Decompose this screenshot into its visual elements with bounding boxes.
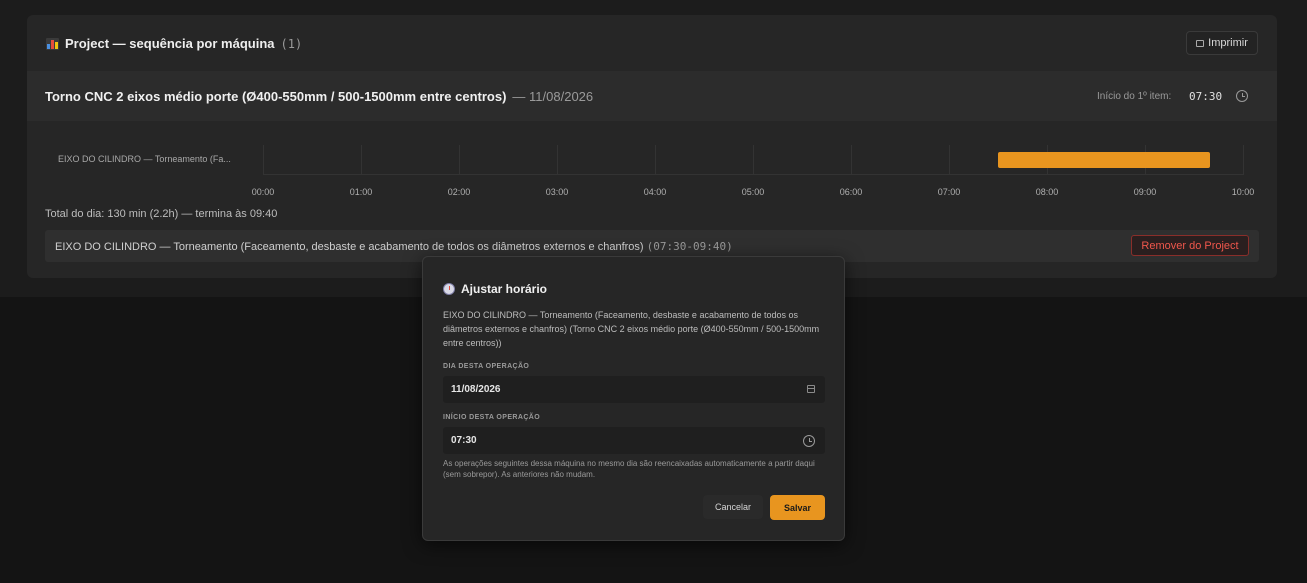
dialog-title-text: Ajustar horário: [461, 282, 548, 296]
gantt-tick-label: 09:00: [1133, 187, 1157, 197]
gantt-tick-label: 01:00: [349, 187, 373, 197]
dialog-description: EIXO DO CILINDRO — Torneamento (Faceamen…: [443, 310, 820, 348]
item-description: EIXO DO CILINDRO — Torneamento (Faceamen…: [55, 240, 733, 253]
dialog-title: Ajustar horário: [443, 282, 547, 296]
adjust-time-dialog: Ajustar horário EIXO DO CILINDRO — Torne…: [422, 256, 845, 541]
gantt-gridline: [753, 145, 754, 175]
gantt-gridline: [1243, 145, 1244, 175]
gantt-tick-label: 07:00: [937, 187, 961, 197]
start-time-field-value: 07:30: [451, 435, 477, 446]
bar-chart-icon: [46, 37, 59, 50]
day-field[interactable]: 11/08/2026: [443, 376, 825, 403]
start-time-field[interactable]: 07:30: [443, 427, 825, 454]
gantt-tick-label: 03:00: [545, 187, 569, 197]
day-field-value: 11/08/2026: [451, 384, 501, 395]
printer-icon: [1196, 39, 1205, 47]
first-item-start-label: Início do 1º item:: [1097, 91, 1172, 102]
item-time-range: (07:30-09:40): [646, 240, 733, 253]
dialog-hint: As operações seguintes dessa máquina no …: [443, 459, 815, 479]
cancel-button[interactable]: Cancelar: [703, 495, 763, 519]
panel-header: Project — sequência por máquina (1) Impr…: [27, 15, 1277, 71]
day-field-label: DIA DESTA OPERAÇÃO: [443, 363, 530, 370]
gantt-tick-label: 08:00: [1035, 187, 1059, 197]
panel-count: (1): [280, 36, 303, 51]
gantt-tick-label: 05:00: [741, 187, 765, 197]
machine-name: Torno CNC 2 eixos médio porte (Ø400-550m…: [45, 89, 593, 104]
stopwatch-icon: [443, 283, 455, 295]
gantt-tick-label: 04:00: [643, 187, 667, 197]
machine-header: Torno CNC 2 eixos médio porte (Ø400-550m…: [27, 71, 1277, 121]
panel-title: Project — sequência por máquina (1): [46, 36, 302, 51]
calendar-icon[interactable]: [807, 385, 815, 393]
gantt-track: [263, 145, 1244, 175]
save-button[interactable]: Salvar: [770, 495, 825, 520]
gantt-gridline: [459, 145, 460, 175]
clock-icon[interactable]: [1236, 90, 1248, 102]
gantt-gridline: [655, 145, 656, 175]
print-button[interactable]: Imprimir: [1186, 31, 1258, 55]
item-text: EIXO DO CILINDRO — Torneamento (Faceamen…: [55, 241, 644, 253]
first-item-start-time[interactable]: 07:30: [1189, 90, 1222, 103]
gantt-bar[interactable]: [998, 152, 1211, 168]
gantt-gridline: [557, 145, 558, 175]
gantt-gridline: [949, 145, 950, 175]
gantt-row-label: EIXO DO CILINDRO — Torneamento (Fa...: [58, 154, 231, 164]
gantt-gridline: [851, 145, 852, 175]
machine-name-text: Torno CNC 2 eixos médio porte (Ø400-550m…: [45, 89, 507, 104]
gantt-tick-label: 02:00: [447, 187, 471, 197]
clock-icon[interactable]: [803, 435, 815, 447]
remove-from-project-button[interactable]: Remover do Project: [1131, 235, 1249, 256]
gantt-tick-label: 10:00: [1231, 187, 1255, 197]
project-panel: Project — sequência por máquina (1) Impr…: [27, 15, 1277, 278]
start-field-label: INÍCIO DESTA OPERAÇÃO: [443, 414, 541, 421]
print-button-label: Imprimir: [1208, 37, 1248, 49]
gantt-tick-label: 00:00: [251, 187, 275, 197]
gantt-gridline: [361, 145, 362, 175]
machine-date: — 11/08/2026: [512, 89, 594, 104]
day-total: Total do dia: 130 min (2.2h) — termina à…: [45, 208, 278, 220]
gantt-gridline: [263, 145, 264, 175]
panel-title-text: Project — sequência por máquina: [65, 36, 275, 51]
gantt-tick-label: 06:00: [839, 187, 863, 197]
gantt-chart: EIXO DO CILINDRO — Torneamento (Fa... 00…: [27, 121, 1277, 221]
